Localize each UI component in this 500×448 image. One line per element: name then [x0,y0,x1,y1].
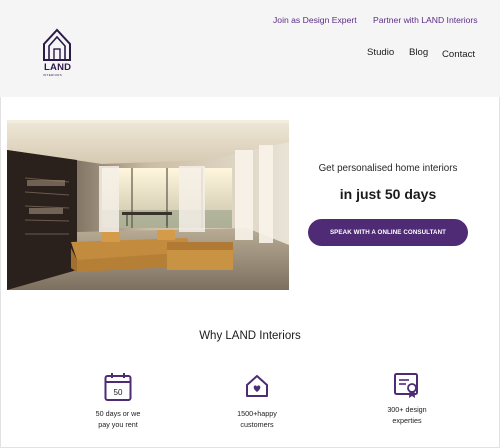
feature-rent-guarantee: 50 50 days or we pay you rent [68,372,168,430]
feature-label: 300+ design experties [387,405,427,425]
logo-word: LAND [44,62,72,73]
join-design-expert-link[interactable]: Join as Design Expert [273,15,357,25]
nav-studio[interactable]: Studio [367,47,394,58]
partner-link[interactable]: Partner with LAND Interiors [373,15,478,25]
hero-tagline: Get personalised home interiors [318,163,458,174]
calendar-badge: 50 [114,388,123,397]
feature-happy-customers: 1500+happy customers [207,373,307,430]
why-section-title: Why LAND Interiors [199,330,301,342]
nav-contact[interactable]: Contact [442,49,475,60]
hero-headline: in just 50 days [339,186,437,202]
logo-subtext: INTERIORS [43,73,63,77]
speak-consultant-button[interactable]: SPEAK WITH A ONLINE CONSULTANT [308,219,468,246]
certificate-icon [394,373,418,398]
feature-design-experts: 300+ design experties [357,372,457,426]
site-header: LAND INTERIORS Join as Design Expert Par… [0,0,500,97]
calendar-icon: 50 [104,373,132,401]
home-heart-icon [246,375,268,397]
feature-label: 1500+happy customers [237,409,277,429]
hero-living-room-image [7,120,289,290]
feature-label: 50 days or we pay you rent [95,409,141,429]
nav-blog[interactable]: Blog [409,47,428,58]
